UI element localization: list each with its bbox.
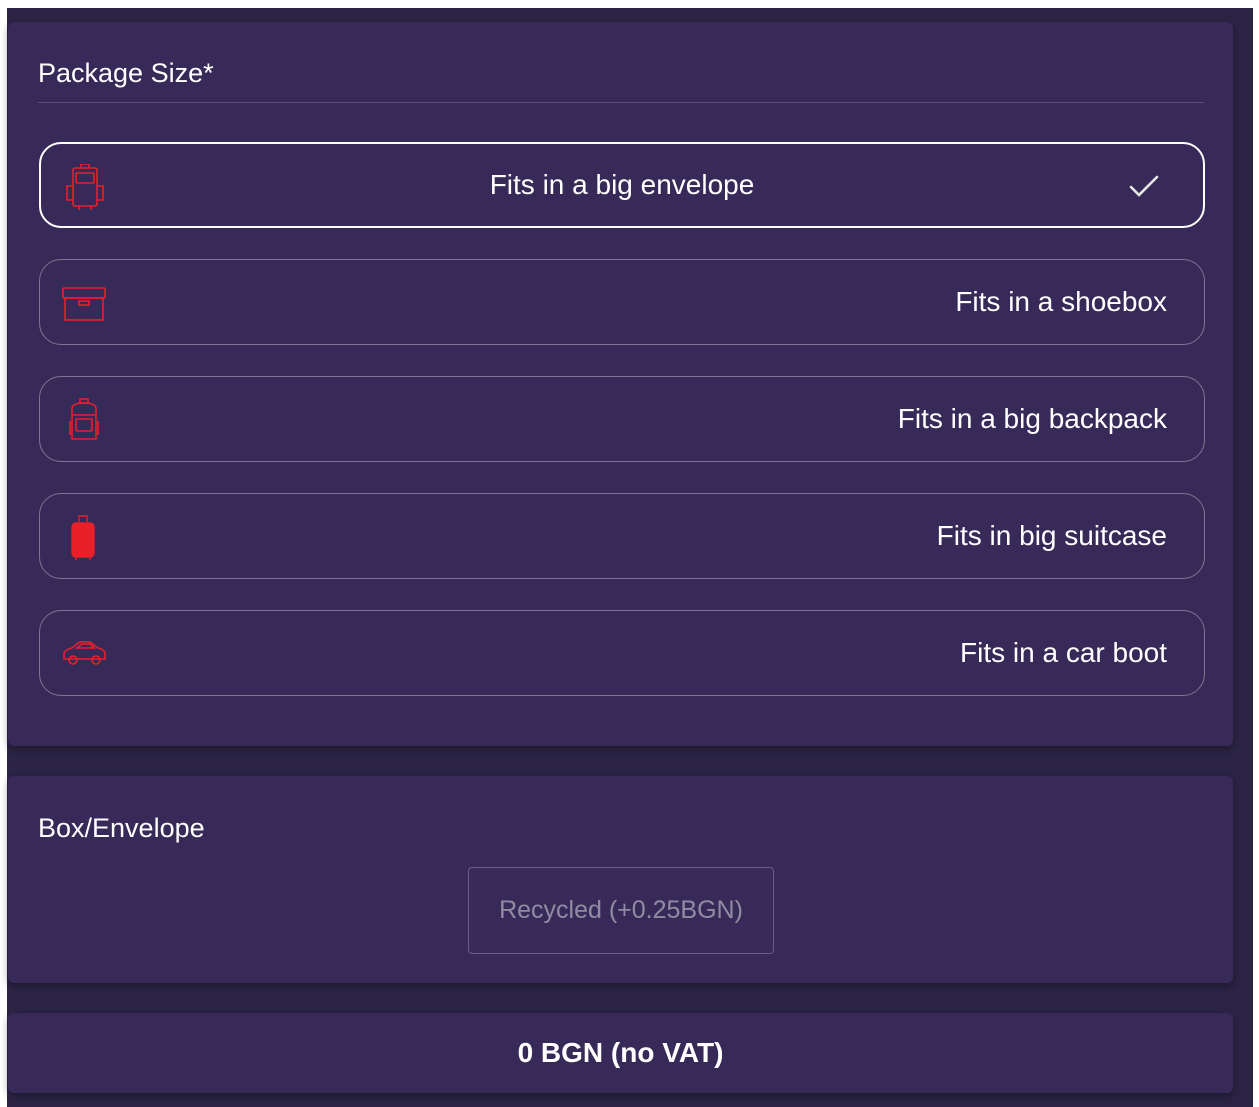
shoebox-icon	[60, 280, 108, 326]
car-icon	[60, 631, 108, 677]
option-label: Fits in a big backpack	[897, 403, 1167, 434]
option-label: Fits in a big envelope	[489, 169, 755, 200]
option-big-envelope[interactable]: Fits in a big envelope	[39, 142, 1205, 228]
box-envelope-title: Box/Envelope	[38, 813, 205, 843]
option-big-backpack[interactable]: Fits in a big backpack	[39, 376, 1205, 462]
option-label: Fits in a car boot	[960, 637, 1167, 668]
backpack-icon	[60, 397, 108, 443]
total-card: 0 BGN (no VAT)	[8, 1013, 1233, 1093]
option-car-boot[interactable]: Fits in a car boot	[39, 610, 1205, 696]
option-big-suitcase[interactable]: Fits in big suitcase	[39, 493, 1205, 579]
box-envelope-card: Box/Envelope Recycled (+0.25BGN)	[8, 776, 1233, 983]
suitcase-icon	[60, 514, 108, 560]
option-label: Fits in big suitcase	[936, 520, 1167, 551]
package-size-card: Package Size* Fits in a big envelope Fit…	[8, 22, 1233, 746]
option-label: Fits in a shoebox	[955, 286, 1167, 317]
checkmark-icon	[1127, 171, 1161, 201]
page-container: Package Size* Fits in a big envelope Fit…	[7, 8, 1253, 1107]
divider	[38, 102, 1204, 103]
package-size-title: Package Size*	[38, 58, 214, 88]
recycled-button[interactable]: Recycled (+0.25BGN)	[468, 867, 774, 954]
option-shoebox[interactable]: Fits in a shoebox	[39, 259, 1205, 345]
total-price: 0 BGN (no VAT)	[517, 1037, 724, 1068]
